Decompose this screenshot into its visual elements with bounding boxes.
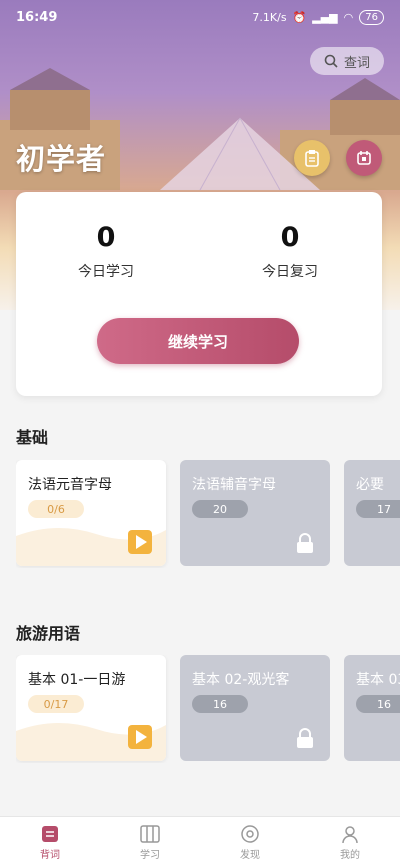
tab-label: 发现 xyxy=(240,849,260,861)
tab-study[interactable]: 学习 xyxy=(100,817,200,867)
deck-card[interactable]: 必要 17 xyxy=(344,460,400,566)
section-title-basics: 基础 xyxy=(16,428,49,447)
deck-progress-badge: 0/6 xyxy=(28,500,84,518)
deck-title: 法语辅音字母 xyxy=(192,477,276,493)
deck-title: 基本 01-一日游 xyxy=(28,672,126,688)
books-icon xyxy=(140,824,160,843)
person-icon xyxy=(342,825,358,843)
progress-card: 0 今日学习 0 今日复习 继续学习 xyxy=(16,192,382,396)
status-bar: 16:49 7.1K/s ⏰ ▂▄▆ ◠ 76 xyxy=(0,0,400,36)
signal-icon: ▂▄▆ xyxy=(312,11,338,24)
today-study: 0 今日学习 xyxy=(46,222,166,281)
play-icon[interactable] xyxy=(128,725,152,749)
deck-count-badge: 20 xyxy=(192,500,248,518)
play-icon[interactable] xyxy=(128,530,152,554)
deck-count-badge: 16 xyxy=(356,695,400,713)
search-button[interactable]: 查词 xyxy=(310,47,384,75)
today-review: 0 今日复习 xyxy=(230,222,350,281)
clipboard-icon xyxy=(305,150,319,167)
today-study-label: 今日学习 xyxy=(78,264,134,280)
deck-title: 法语元音字母 xyxy=(28,477,112,493)
deck-count-badge: 16 xyxy=(192,695,248,713)
search-label: 查词 xyxy=(343,55,370,71)
deck-progress-badge: 0/17 xyxy=(28,695,84,713)
battery-icon: 76 xyxy=(359,10,384,25)
today-study-value: 0 xyxy=(96,222,116,253)
calendar-icon xyxy=(357,151,371,165)
deck-title: 必要 xyxy=(356,477,384,493)
deck-card[interactable]: 基本 01-一日游 0/17 xyxy=(16,655,166,761)
today-review-label: 今日复习 xyxy=(262,264,318,280)
tab-label: 我的 xyxy=(340,849,360,861)
status-time: 16:49 xyxy=(16,10,58,25)
level-title: 初学者 xyxy=(16,142,107,176)
deck-card[interactable]: 法语元音字母 0/6 xyxy=(16,460,166,566)
tab-me[interactable]: 我的 xyxy=(300,817,400,867)
deck-count-badge: 17 xyxy=(356,500,400,518)
tab-words[interactable]: 背词 xyxy=(0,817,100,867)
lock-icon xyxy=(297,533,313,553)
tab-label: 学习 xyxy=(140,849,160,861)
deck-row-travel[interactable]: 基本 01-一日游 0/17 基本 02-观光客 16 基本 03 16 xyxy=(16,655,400,763)
deck-card[interactable]: 法语辅音字母 20 xyxy=(180,460,330,566)
wifi-icon: ◠ xyxy=(343,11,354,24)
deck-title: 基本 03 xyxy=(356,672,400,688)
tab-discover[interactable]: 发现 xyxy=(200,817,300,867)
bottom-tab-bar: 背词 学习 发现 我的 xyxy=(0,816,400,867)
section-title-travel: 旅游用语 xyxy=(16,624,81,643)
alarm-icon: ⏰ xyxy=(292,11,307,24)
today-review-value: 0 xyxy=(280,222,300,253)
calendar-button[interactable] xyxy=(346,140,382,176)
continue-button[interactable]: 继续学习 xyxy=(97,318,299,364)
tab-label: 背词 xyxy=(40,849,60,861)
deck-card[interactable]: 基本 03 16 xyxy=(344,655,400,761)
deck-row-basics[interactable]: 法语元音字母 0/6 法语辅音字母 20 必要 17 xyxy=(16,460,400,568)
lock-icon xyxy=(297,728,313,748)
network-speed: 7.1K/s xyxy=(252,11,287,24)
deck-card[interactable]: 基本 02-观光客 16 xyxy=(180,655,330,761)
flashcard-icon xyxy=(42,825,58,842)
status-icons: 7.1K/s ⏰ ▂▄▆ ◠ 76 xyxy=(252,10,384,25)
notes-button[interactable] xyxy=(294,140,330,176)
search-icon xyxy=(324,54,338,68)
discover-icon xyxy=(241,824,259,843)
deck-title: 基本 02-观光客 xyxy=(192,672,290,688)
